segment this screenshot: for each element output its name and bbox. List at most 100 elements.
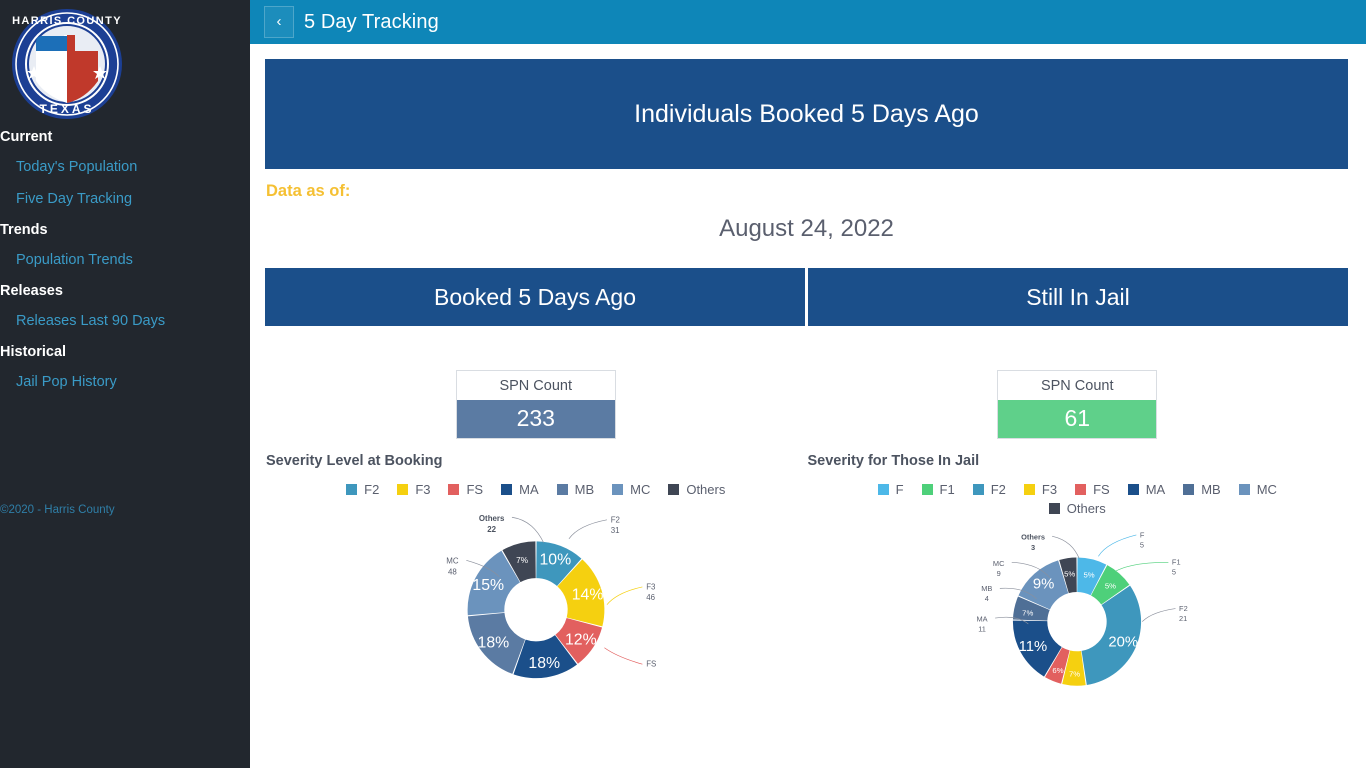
svg-text:4: 4 [985,594,989,603]
spn-count-value: 233 [456,400,615,439]
legend-label: Others [686,482,726,498]
legend-item-mc[interactable]: MC [612,482,650,497]
legend-swatch-icon [346,484,358,496]
tab-still-in-jail[interactable]: Still In Jail [808,268,1348,326]
svg-text:FS: FS [646,660,656,669]
legend-swatch-icon [877,484,889,496]
legend-item-others[interactable]: Others [1048,501,1106,516]
donut-slice-percent-f3: 7% [1069,670,1080,679]
svg-text:5: 5 [1172,568,1176,577]
data-as-of-value: August 24, 2022 [719,215,894,242]
sidebar-item-jail-pop-history[interactable]: Jail Pop History [0,366,250,398]
donut-slice-percent-mb: 18% [477,635,509,652]
svg-text:MB: MB [982,584,993,593]
legend-item-fs[interactable]: FS [448,482,483,497]
svg-text:3: 3 [1031,543,1035,552]
legend-swatch-icon [972,484,984,496]
svg-text:Others: Others [1021,533,1045,542]
donut-slice-percent-f1: 5% [1105,582,1116,591]
svg-text:MA: MA [977,615,988,624]
legend-item-f2[interactable]: F2 [972,482,1006,497]
legend-label: F3 [415,482,431,498]
legend-label: MA [519,482,539,498]
legend-swatch-icon [1023,484,1035,496]
spn-count-card-booked: SPN Count 233 [455,370,616,440]
harris-county-logo[interactable]: HARRIS COUNTY TEXAS [0,0,250,122]
svg-text:F: F [1140,531,1145,540]
sidebar-item-releases-last-90-days[interactable]: Releases Last 90 Days [0,305,250,337]
sidebar-copyright: ©2020 - Harris County [0,504,115,516]
legend-item-mb[interactable]: MB [556,482,595,498]
legend-label: MC [630,482,651,498]
legend-item-fs[interactable]: FS [1075,482,1110,497]
panel-booked-5-days-ago: SPN Count 233 Severity Level at Booking … [265,326,807,694]
legend-label: F1 [939,482,955,498]
chevron-left-icon: ‹ [276,12,282,30]
donut-slice-percent-others: 5% [1064,570,1075,579]
main-content: ‹ 5 Day Tracking Individuals Booked 5 Da… [250,0,1366,768]
donut-chart-booking-svg[interactable]: 10%14%12%18%18%15%7%Others22MC48F231F346… [276,497,796,687]
legend-swatch-icon [1238,484,1250,496]
back-button[interactable]: ‹ [264,6,294,38]
legend-label: F [895,482,904,498]
tab-booked-5-days-ago[interactable]: Booked 5 Days Ago [265,268,805,326]
spn-count-title: SPN Count [456,371,615,400]
sidebar-nav: Current Today's Population Five Day Trac… [0,122,250,398]
donut-slice-percent-mc: 15% [472,577,504,594]
spn-count-value: 61 [998,400,1157,439]
legend-swatch-icon [1183,484,1195,496]
legend-item-f2[interactable]: F2 [346,482,379,497]
legend-label: FS [1093,482,1110,498]
legend-item-f3[interactable]: F3 [1023,482,1057,497]
page-banner: Individuals Booked 5 Days Ago [265,59,1348,169]
legend-item-f3[interactable]: F3 [397,482,430,497]
sidebar-item-five-day-tracking[interactable]: Five Day Tracking [0,183,250,215]
sidebar: HARRIS COUNTY TEXAS Current Today's Popu… [0,0,250,768]
donut-chart-in-jail: 5% 5% 20% 7% 6% 11% 7% 9% 5% Others 3 MC 9 MB 4 MA 11 F 5 F… [807,516,1349,694]
donut-slice-percent-ma: 11% [1019,639,1048,655]
svg-text:9: 9 [997,569,1001,578]
svg-text:48: 48 [448,567,457,576]
donut-slice-percent-f2: 10% [539,552,571,569]
chart-legend-in-jail: F F1 F2 F3 FS MA MB MC Others [807,469,1349,516]
legend-item-f[interactable]: F [877,482,904,498]
donut-slice-percent-mb: 7% [1022,609,1033,618]
legend-swatch-icon [612,484,624,496]
legend-swatch-icon [501,484,513,496]
svg-text:21: 21 [1179,614,1187,623]
legend-item-ma[interactable]: MA [501,482,539,497]
svg-text:HARRIS COUNTY: HARRIS COUNTY [12,15,122,27]
svg-text:F3: F3 [646,583,656,592]
donut-chart-in-jail-svg[interactable]: 5%5%20%7%6%11%7%9%5%Others3MC9MB4MA11F5F… [817,516,1337,694]
donut-leader-label-f2: F231 [568,515,620,540]
legend-label: MB [574,482,595,498]
sidebar-group-header-historical: Historical [0,344,67,360]
donut-leader-label-f2: F221 [1142,604,1188,623]
legend-swatch-icon [1075,484,1087,496]
legend-label: MC [1256,482,1277,498]
svg-text:46: 46 [646,593,655,602]
donut-leader-label-f1: F15 [1112,558,1181,577]
sidebar-item-todays-population[interactable]: Today's Population [0,151,250,183]
page-banner-title: Individuals Booked 5 Days Ago [634,99,979,128]
panel-still-in-jail: SPN Count 61 Severity for Those In Jail … [807,326,1349,694]
spn-count-card-in-jail: SPN Count 61 [997,370,1158,440]
svg-text:22: 22 [487,525,496,534]
svg-text:5: 5 [1140,541,1144,550]
legend-item-others[interactable]: Others [668,482,725,497]
page-title: 5 Day Tracking [304,10,439,33]
legend-swatch-icon [448,484,460,496]
donut-chart-booking: 10% 14% 12% 18% 18% 15% 7% Others 22 MC 48 F2 31 F3 46… [265,497,807,687]
legend-label: F2 [364,482,380,498]
legend-item-mb[interactable]: MB [1183,482,1221,497]
sidebar-item-population-trends[interactable]: Population Trends [0,244,250,276]
legend-item-mc[interactable]: MC [1238,482,1277,498]
donut-leader-label-others: Others3 [1021,533,1080,559]
legend-item-f1[interactable]: F1 [921,482,955,498]
panels: SPN Count 233 Severity Level at Booking … [265,326,1348,694]
legend-item-ma[interactable]: MA [1127,482,1165,497]
donut-leader-label-others: Others 22 [479,514,544,543]
content-area: Individuals Booked 5 Days Ago Data as of… [250,44,1366,694]
donut-slice-percent-f2: 20% [1109,635,1139,651]
donut-slice-percent-ma: 18% [528,655,560,672]
